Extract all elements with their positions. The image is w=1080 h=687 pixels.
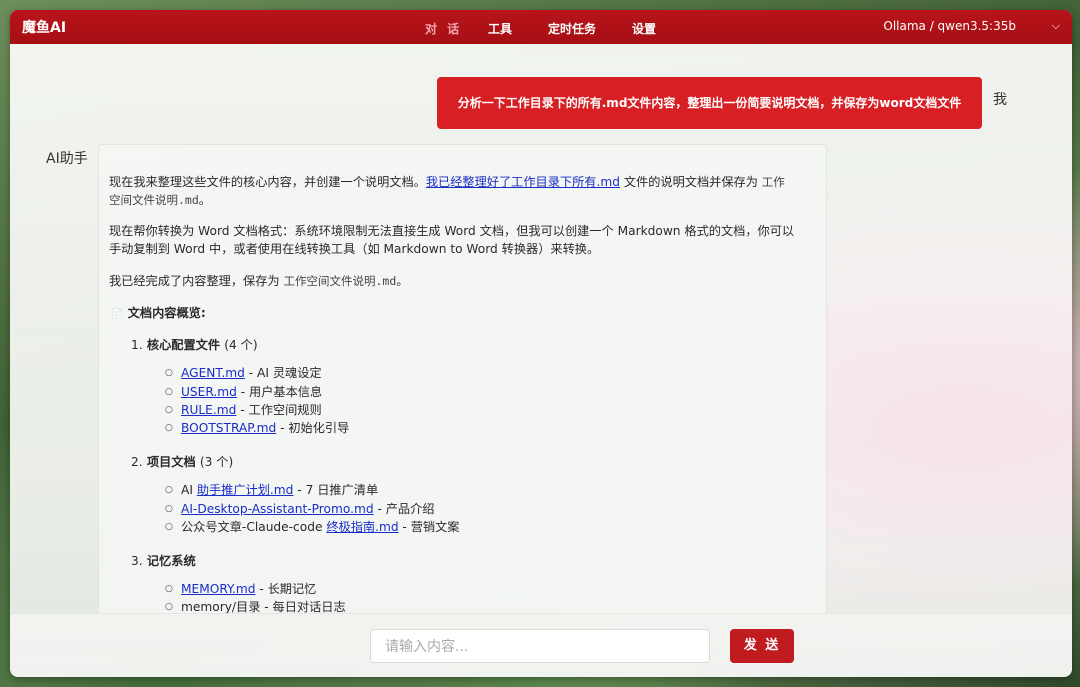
link-rule-md[interactable]: RULE.md <box>181 403 236 417</box>
code-inline: 工作 <box>761 175 785 189</box>
chevron-down-icon[interactable]: ⌵ <box>1052 19 1060 33</box>
text: 我已经完成了内容整理，保存为 <box>109 274 280 288</box>
text: - 营销文案 <box>398 520 460 534</box>
text: - 长期记忆 <box>255 582 317 596</box>
text: 现在帮你转换为 Word 文档格式：系统环境限制无法直接生成 Word 文档，但… <box>109 224 795 238</box>
text: - 产品介绍 <box>373 502 435 516</box>
text: 公众号文章-Claude-code <box>181 520 327 534</box>
section-2-heading: 2. 项目文档 (3 个) <box>131 452 233 470</box>
paragraph-2: 现在帮你转换为 Word 文档格式：系统环境限制无法直接生成 Word 文档，但… <box>109 222 819 258</box>
text: 。 <box>396 274 409 288</box>
text: 3. <box>131 554 143 568</box>
list-item: BOOTSTRAP.md - 初始化引导 <box>165 419 350 437</box>
app-window: 魔鱼AI 对 话 工具 定时任务 设置 Ollama / qwen3.5:35b… <box>10 10 1072 677</box>
assistant-label: AI助手 <box>46 151 88 167</box>
paragraph-1: 现在我来整理这些文件的核心内容，并创建一个说明文档。我已经整理好了工作目录下所有… <box>109 173 819 209</box>
link-promo-plan-md[interactable]: 助手推广计划.md <box>197 483 294 497</box>
text: 。 <box>198 193 211 207</box>
overview-heading: 📄 文档内容概览: <box>111 303 206 321</box>
text: AI <box>181 483 197 497</box>
tab-scheduled-tasks[interactable]: 定时任务 <box>548 20 596 37</box>
text: 手动复制到 Word 中，或者使用在线转换工具（如 Markdown to Wo… <box>109 242 600 256</box>
composer-bar: 请输入内容... 发 送 <box>10 613 1072 677</box>
document-icon: 📄 <box>111 309 124 320</box>
link-user-md[interactable]: USER.md <box>181 385 237 399</box>
text: (4 个) <box>224 338 258 352</box>
text: - 初始化引导 <box>276 421 350 435</box>
user-message-row: 分析一下工作目录下的所有.md文件内容，整理出一份简要说明文档，并保存为word… <box>10 77 1072 132</box>
code-inline: 工作空间文件说明.md <box>283 274 397 288</box>
top-bar: 魔鱼AI 对 话 工具 定时任务 设置 Ollama / qwen3.5:35b… <box>10 10 1072 44</box>
list-item: RULE.md - 工作空间规则 <box>165 401 322 419</box>
paragraph-3: 我已经完成了内容整理，保存为 工作空间文件说明.md。 <box>109 272 819 290</box>
message-input[interactable]: 请输入内容... <box>370 629 710 663</box>
list-item: MEMORY.md - 长期记忆 <box>165 580 317 598</box>
user-message-bubble: 分析一下工作目录下的所有.md文件内容，整理出一份简要说明文档，并保存为word… <box>437 77 982 129</box>
list-item: AI 助手推广计划.md - 7 日推广清单 <box>165 481 379 499</box>
list-item: 公众号文章-Claude-code 终极指南.md - 营销文案 <box>165 518 460 536</box>
list-item: AI-Desktop-Assistant-Promo.md - 产品介绍 <box>165 500 435 518</box>
text: - 用户基本信息 <box>236 385 323 399</box>
send-button[interactable]: 发 送 <box>730 629 794 663</box>
link-md-summary[interactable]: 我已经整理好了工作目录下所有.md <box>426 175 620 189</box>
list-item: AGENT.md - AI 灵魂设定 <box>165 364 322 382</box>
text: 文档内容概览: <box>127 306 206 320</box>
text: 1. <box>131 338 143 352</box>
list-item: USER.md - 用户基本信息 <box>165 383 323 401</box>
text: - AI 灵魂设定 <box>244 366 322 380</box>
link-agent-md[interactable]: AGENT.md <box>181 366 245 380</box>
link-memory-md[interactable]: MEMORY.md <box>181 582 255 596</box>
brand-logo: 魔鱼AI <box>22 20 67 36</box>
link-bootstrap-md[interactable]: BOOTSTRAP.md <box>181 421 276 435</box>
text: 记忆系统 <box>146 554 196 568</box>
link-guide-md[interactable]: 终极指南.md <box>326 520 398 534</box>
text: - 工作空间规则 <box>236 403 322 417</box>
text: 现在我来整理这些文件的核心内容，并创建一个说明文档。 <box>109 175 426 189</box>
code-inline: 空间文件说明.md <box>109 193 199 207</box>
section-1-heading: 1. 核心配置文件 (4 个) <box>131 335 258 353</box>
tab-settings[interactable]: 设置 <box>632 20 656 37</box>
text: - 7 日推广清单 <box>293 483 379 497</box>
model-selector[interactable]: Ollama / qwen3.5:35b <box>883 19 1016 33</box>
text: 2. <box>131 455 143 469</box>
text: (3 个) <box>199 455 234 469</box>
link-promo-md[interactable]: AI-Desktop-Assistant-Promo.md <box>181 502 374 516</box>
user-label: 我 <box>993 92 1007 108</box>
text: 文件的说明文档并保存为 <box>619 175 758 189</box>
tab-chat[interactable]: 对 话 <box>425 20 462 37</box>
section-3-heading: 3. 记忆系统 <box>131 551 196 569</box>
tab-tools[interactable]: 工具 <box>488 20 512 37</box>
text: 项目文档 <box>146 455 196 469</box>
text: 核心配置文件 <box>146 338 221 352</box>
assistant-message: 现在我来整理这些文件的核心内容，并创建一个说明文档。我已经整理好了工作目录下所有… <box>98 144 827 616</box>
